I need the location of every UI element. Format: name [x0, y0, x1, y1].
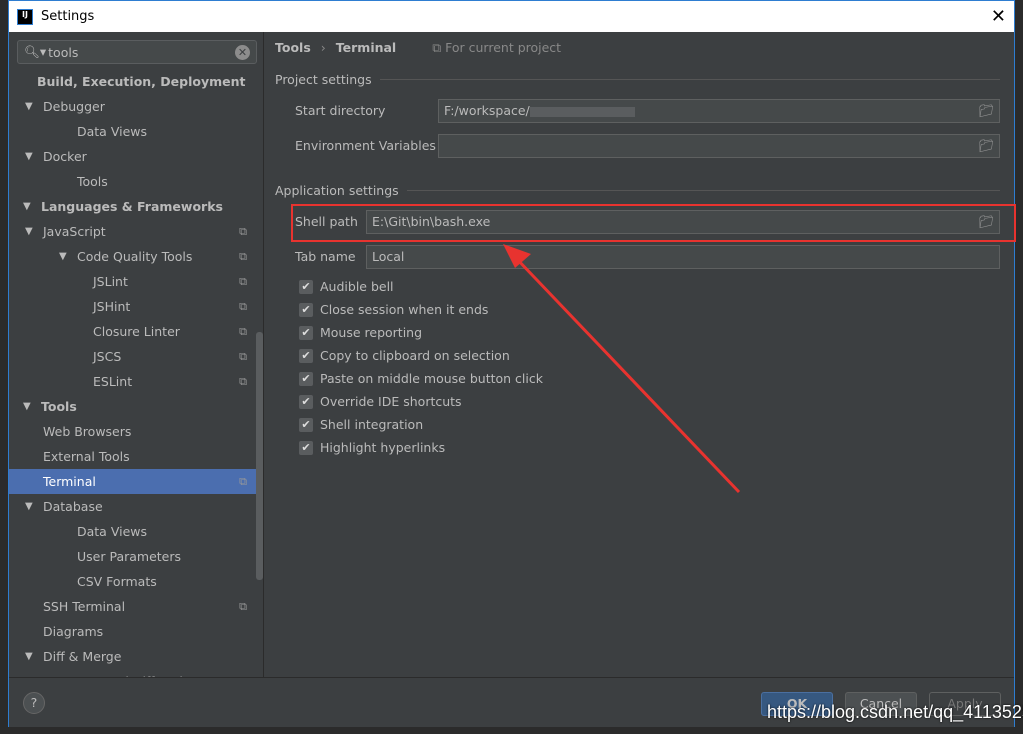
- close-icon[interactable]: ✕: [991, 6, 1006, 27]
- tree-item-label: CSV Formats: [77, 574, 157, 589]
- tree-item[interactable]: Terminal ⧉: [9, 469, 263, 494]
- tree-item[interactable]: ▼ Debugger: [9, 94, 263, 119]
- tree-item-label: JSLint: [93, 274, 128, 289]
- tree-item[interactable]: ▼ Languages & Frameworks: [9, 194, 263, 219]
- tree-item-label: Tools: [77, 174, 108, 189]
- tree-item-label: Data Views: [77, 524, 147, 539]
- sidebar-scrollbar[interactable]: [256, 332, 263, 580]
- tree-item[interactable]: Diagrams: [9, 619, 263, 644]
- search-icon: 🔍︎▾: [24, 44, 47, 59]
- red-arrow-annotation: [503, 244, 741, 494]
- project-scope-icon: ⧉: [239, 475, 247, 488]
- tree-item[interactable]: ▼ Docker: [9, 144, 263, 169]
- intellij-logo-icon: IJ: [17, 8, 33, 25]
- search-input[interactable]: 🔍︎▾ tools ✕: [17, 40, 257, 64]
- help-button[interactable]: ?: [23, 692, 45, 714]
- terminal-settings-panel: Tools › Terminal ⧉ For current project Proj…: [265, 32, 1016, 677]
- arrow-shaft: [513, 255, 741, 494]
- project-scope-icon: ⧉: [239, 325, 247, 338]
- tree-item-label: User Parameters: [77, 549, 182, 564]
- tree-item[interactable]: Data Views: [9, 119, 263, 144]
- title-bar: IJ Settings ✕: [9, 1, 1014, 32]
- project-scope-icon: ⧉: [239, 225, 247, 238]
- tree-item[interactable]: Closure Linter ⧉: [9, 319, 263, 344]
- project-scope-icon: ⧉: [239, 375, 247, 388]
- search-value: tools: [48, 44, 79, 60]
- tree-item[interactable]: SSH Terminal ⧉: [9, 594, 263, 619]
- tree-item[interactable]: ▼ Diff & Merge: [9, 644, 263, 669]
- expand-arrow-icon[interactable]: ▼: [25, 644, 33, 669]
- tree-item[interactable]: Tools: [9, 169, 263, 194]
- tree-item[interactable]: Build, Execution, Deployment: [9, 69, 263, 94]
- settings-sidebar: 🔍︎▾ tools ✕ Build, Execution, Deployment…: [9, 32, 264, 677]
- tree-item[interactable]: JSCS ⧉: [9, 344, 263, 369]
- tree-item-label: Database: [43, 499, 103, 514]
- tree-item-label: SSH Terminal: [43, 599, 126, 614]
- tree-item-label: Closure Linter: [93, 324, 180, 339]
- settings-dialog: IJ Settings ✕ 🔍︎▾ tools ✕ Build, Executi…: [8, 0, 1016, 727]
- expand-arrow-icon[interactable]: ▼: [25, 144, 33, 169]
- tree-item[interactable]: ▼ Tools: [9, 394, 263, 419]
- tree-item-label: JSHint: [93, 299, 131, 314]
- tree-item-label: Code Quality Tools: [77, 249, 193, 264]
- tree-item[interactable]: JSLint ⧉: [9, 269, 263, 294]
- project-scope-icon: ⧉: [239, 300, 247, 313]
- expand-arrow-icon[interactable]: ▼: [59, 244, 67, 269]
- project-scope-icon: ⧉: [239, 350, 247, 363]
- tree-item[interactable]: ESLint ⧉: [9, 369, 263, 394]
- expand-arrow-icon[interactable]: ▼: [25, 94, 33, 119]
- tree-item-label: JSCS: [93, 349, 122, 364]
- tree-item-label: Languages & Frameworks: [41, 199, 223, 214]
- tree-item[interactable]: Web Browsers: [9, 419, 263, 444]
- arrow-head: [503, 244, 531, 268]
- tree-item[interactable]: Data Views: [9, 519, 263, 544]
- tree-item-label: Diff & Merge: [43, 649, 122, 664]
- tree-item-label: Web Browsers: [43, 424, 132, 439]
- project-scope-icon: ⧉: [239, 250, 247, 263]
- tree-item-label: Debugger: [43, 99, 105, 114]
- clear-search-icon[interactable]: ✕: [235, 44, 250, 60]
- tree-item[interactable]: ▼ JavaScript ⧉: [9, 219, 263, 244]
- tree-item-label: Tools: [41, 399, 77, 414]
- tree-item-label: JavaScript: [43, 224, 106, 239]
- tree-item-label: Data Views: [77, 124, 147, 139]
- tree-item[interactable]: JSHint ⧉: [9, 294, 263, 319]
- tree-item-label: Build, Execution, Deployment: [37, 74, 246, 89]
- tree-item-label: External Diff Tools: [77, 669, 189, 677]
- expand-arrow-icon[interactable]: ▼: [25, 494, 33, 519]
- watermark: https://blog.csdn.net/qq_41135254: [767, 702, 1023, 722]
- expand-arrow-icon[interactable]: ▼: [23, 194, 31, 219]
- tree-item-label: External Tools: [43, 449, 130, 464]
- tree-item[interactable]: ▼ Code Quality Tools ⧉: [9, 244, 263, 269]
- tree-item[interactable]: ▼ Database: [9, 494, 263, 519]
- tree-item[interactable]: CSV Formats: [9, 569, 263, 594]
- tree-item[interactable]: External Tools: [9, 444, 263, 469]
- tree-item-label: Terminal: [43, 474, 96, 489]
- tree-item-label: ESLint: [93, 374, 133, 389]
- tree-item[interactable]: External Diff Tools: [9, 669, 263, 677]
- window-title: Settings: [41, 9, 95, 24]
- tree-item-label: Docker: [43, 149, 87, 164]
- project-scope-icon: ⧉: [239, 600, 247, 613]
- tree-item-label: Diagrams: [43, 624, 104, 639]
- tree-item[interactable]: User Parameters: [9, 544, 263, 569]
- project-scope-icon: ⧉: [239, 275, 247, 288]
- expand-arrow-icon[interactable]: ▼: [25, 219, 33, 244]
- expand-arrow-icon[interactable]: ▼: [23, 394, 31, 419]
